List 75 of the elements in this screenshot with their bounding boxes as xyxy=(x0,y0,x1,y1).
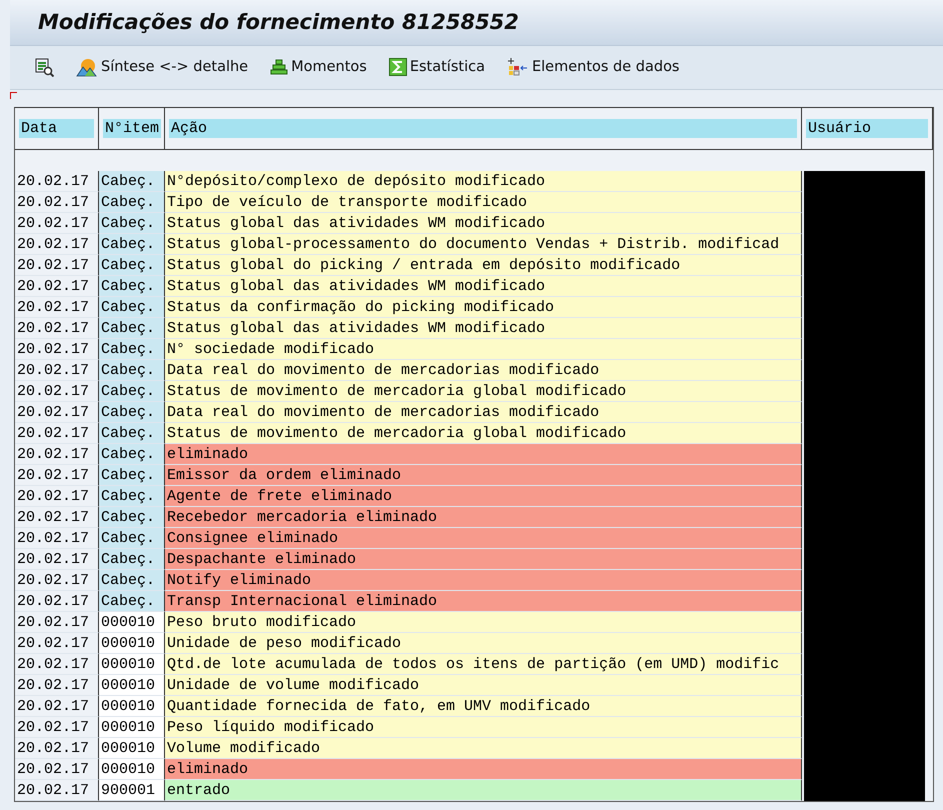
window-title: Modificações do fornecimento 81258552 xyxy=(38,10,519,34)
action-cell: eliminado xyxy=(165,759,802,780)
action-cell: Status de movimento de mercadoria global modificado xyxy=(165,381,802,402)
action-cell: Status de movimento de mercadoria global modificado xyxy=(165,423,802,444)
action-cell: Status global-processamento do documento Vendas + Distrib. modificad xyxy=(165,234,802,255)
action-cell: Agente de frete eliminado xyxy=(165,486,802,507)
item-cell: Cabeç. xyxy=(99,192,165,213)
action-cell: N° sociedade modificado xyxy=(165,339,802,360)
item-cell: 000010 xyxy=(99,696,165,717)
item-cell: Cabeç. xyxy=(99,213,165,234)
action-cell: Unidade de volume modificado xyxy=(165,675,802,696)
item-cell: Cabeç. xyxy=(99,507,165,528)
item-cell: 000010 xyxy=(99,654,165,675)
action-cell: Tipo de veículo de transporte modificado xyxy=(165,192,802,213)
item-cell: Cabeç. xyxy=(99,171,165,192)
item-cell: Cabeç. xyxy=(99,423,165,444)
action-cell: Emissor da ordem eliminado xyxy=(165,465,802,486)
item-cell: Cabeç. xyxy=(99,486,165,507)
item-cell: 000010 xyxy=(99,759,165,780)
sigma-icon xyxy=(388,58,407,76)
action-cell: Notify eliminado xyxy=(165,570,802,591)
item-cell: Cabeç. xyxy=(99,234,165,255)
action-cell: Status global das atividades WM modificado xyxy=(165,318,802,339)
item-cell: Cabeç. xyxy=(99,570,165,591)
item-cell: Cabeç. xyxy=(99,360,165,381)
item-cell: 900001 xyxy=(99,780,165,801)
item-cell: Cabeç. xyxy=(99,465,165,486)
action-cell: Quantidade fornecida de fato, em UMV modificado xyxy=(165,696,802,717)
action-cell: Transp Internacional eliminado xyxy=(165,591,802,612)
toolbar-button[interactable] xyxy=(34,57,54,78)
action-cell: Unidade de peso modificado xyxy=(165,633,802,654)
item-cell: Cabeç. xyxy=(99,276,165,297)
action-cell: Data real do movimento de mercadorias modificado xyxy=(165,360,802,381)
action-cell: Status da confirmação do picking modificado xyxy=(165,297,802,318)
item-cell: 000010 xyxy=(99,612,165,633)
action-cell: Status global do picking / entrada em depósito modificado xyxy=(165,255,802,276)
item-cell: Cabeç. xyxy=(99,549,165,570)
action-cell: Qtd.de lote acumulada de todos os itens de partição (em UMD) modific xyxy=(165,654,802,675)
toolbar-button[interactable]: Momentos xyxy=(270,58,367,76)
item-cell: Cabeç. xyxy=(99,381,165,402)
action-cell: Status global das atividades WM modificado xyxy=(165,213,802,234)
item-cell: 000010 xyxy=(99,633,165,654)
item-cell: Cabeç. xyxy=(99,339,165,360)
display-icon xyxy=(34,57,54,78)
column-header[interactable]: Usuário xyxy=(806,119,928,138)
action-cell: Despachante eliminado xyxy=(165,549,802,570)
action-cell: Status global das atividades WM modificado xyxy=(165,276,802,297)
action-cell: entrado xyxy=(165,780,802,801)
stack-icon xyxy=(270,58,288,76)
item-cell: 000010 xyxy=(99,717,165,738)
toolbar-button[interactable]: Estatística xyxy=(388,58,485,76)
item-cell: Cabeç. xyxy=(99,255,165,276)
column-header[interactable]: N°item xyxy=(103,119,162,138)
column-header[interactable]: Ação xyxy=(169,119,797,138)
toolbar-button[interactable]: Elementos de dados xyxy=(506,57,680,78)
action-cell: N°depósito/complexo de depósito modificado xyxy=(165,171,802,192)
item-cell: 000010 xyxy=(99,675,165,696)
mountain-sun-icon xyxy=(76,57,98,78)
data-fields-icon xyxy=(506,57,529,78)
item-cell: Cabeç. xyxy=(99,591,165,612)
action-cell: Data real do movimento de mercadorias modificado xyxy=(165,402,802,423)
item-cell: Cabeç. xyxy=(99,318,165,339)
action-cell: Peso líquido modificado xyxy=(165,717,802,738)
column-header[interactable]: Data xyxy=(19,119,94,138)
item-cell: Cabeç. xyxy=(99,444,165,465)
item-cell: 000010 xyxy=(99,738,165,759)
action-cell: Consignee eliminado xyxy=(165,528,802,549)
action-cell: eliminado xyxy=(165,444,802,465)
action-cell: Recebedor mercadoria eliminado xyxy=(165,507,802,528)
toolbar-button[interactable]: Síntese <-> detalhe xyxy=(76,57,248,78)
item-cell: Cabeç. xyxy=(99,402,165,423)
action-cell: Peso bruto modificado xyxy=(165,612,802,633)
item-cell: Cabeç. xyxy=(99,297,165,318)
item-cell: Cabeç. xyxy=(99,528,165,549)
action-cell: Volume modificado xyxy=(165,738,802,759)
